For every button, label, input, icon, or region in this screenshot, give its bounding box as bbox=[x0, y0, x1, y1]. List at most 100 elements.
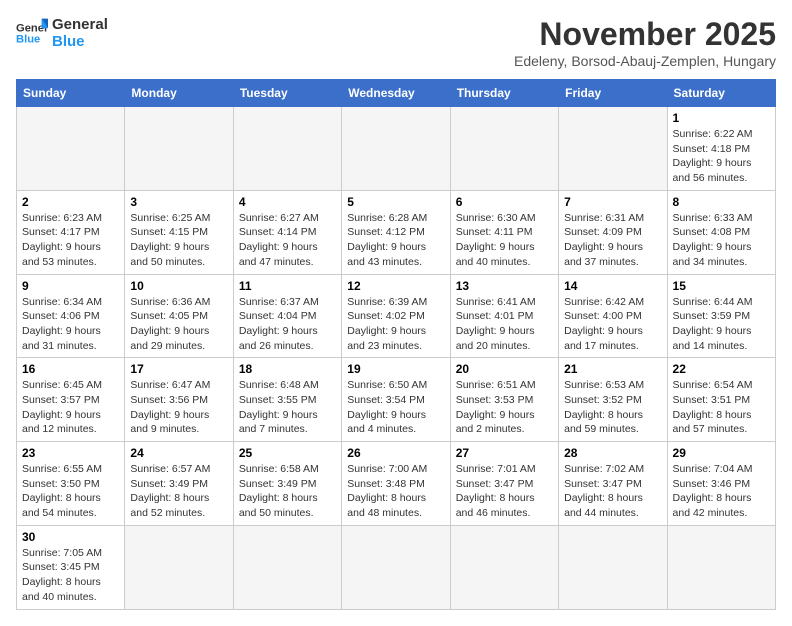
day-number: 23 bbox=[22, 446, 119, 460]
day-number: 20 bbox=[456, 362, 553, 376]
location-subtitle: Edeleny, Borsod-Abauj-Zemplen, Hungary bbox=[514, 53, 776, 69]
logo-text-general: General bbox=[52, 16, 108, 33]
day-number: 11 bbox=[239, 279, 336, 293]
day-info: Sunrise: 7:04 AMSunset: 3:46 PMDaylight:… bbox=[673, 462, 770, 521]
calendar-cell bbox=[342, 107, 450, 191]
calendar-header-row: SundayMondayTuesdayWednesdayThursdayFrid… bbox=[17, 80, 776, 107]
header-saturday: Saturday bbox=[667, 80, 775, 107]
day-info: Sunrise: 6:51 AMSunset: 3:53 PMDaylight:… bbox=[456, 378, 553, 437]
header-thursday: Thursday bbox=[450, 80, 558, 107]
calendar-cell bbox=[125, 107, 233, 191]
day-info: Sunrise: 7:02 AMSunset: 3:47 PMDaylight:… bbox=[564, 462, 661, 521]
day-info: Sunrise: 6:55 AMSunset: 3:50 PMDaylight:… bbox=[22, 462, 119, 521]
calendar-cell: 5 Sunrise: 6:28 AMSunset: 4:12 PMDaylight… bbox=[342, 190, 450, 274]
day-number: 24 bbox=[130, 446, 227, 460]
day-info: Sunrise: 7:01 AMSunset: 3:47 PMDaylight:… bbox=[456, 462, 553, 521]
header-friday: Friday bbox=[559, 80, 667, 107]
day-info: Sunrise: 6:47 AMSunset: 3:56 PMDaylight:… bbox=[130, 378, 227, 437]
logo-icon: General Blue bbox=[16, 17, 48, 49]
day-number: 22 bbox=[673, 362, 770, 376]
day-info: Sunrise: 6:30 AMSunset: 4:11 PMDaylight:… bbox=[456, 211, 553, 270]
day-number: 5 bbox=[347, 195, 444, 209]
calendar-cell: 23 Sunrise: 6:55 AMSunset: 3:50 PMDayligh… bbox=[17, 442, 125, 526]
day-number: 30 bbox=[22, 530, 119, 544]
day-info: Sunrise: 6:31 AMSunset: 4:09 PMDaylight:… bbox=[564, 211, 661, 270]
calendar-cell: 11 Sunrise: 6:37 AMSunset: 4:04 PMDayligh… bbox=[233, 274, 341, 358]
day-number: 25 bbox=[239, 446, 336, 460]
day-number: 13 bbox=[456, 279, 553, 293]
calendar-cell: 25 Sunrise: 6:58 AMSunset: 3:49 PMDayligh… bbox=[233, 442, 341, 526]
calendar-cell: 14Sunrise: 6:42 AMSunset: 4:00 PMDayligh… bbox=[559, 274, 667, 358]
calendar-cell: 13 Sunrise: 6:41 AMSunset: 4:01 PMDayligh… bbox=[450, 274, 558, 358]
calendar-cell bbox=[559, 525, 667, 609]
header-tuesday: Tuesday bbox=[233, 80, 341, 107]
calendar-cell bbox=[450, 107, 558, 191]
day-number: 3 bbox=[130, 195, 227, 209]
day-number: 4 bbox=[239, 195, 336, 209]
page-header: General Blue General Blue November 2025 … bbox=[16, 16, 776, 69]
day-info: Sunrise: 6:45 AMSunset: 3:57 PMDaylight:… bbox=[22, 378, 119, 437]
day-number: 10 bbox=[130, 279, 227, 293]
day-info: Sunrise: 6:44 AMSunset: 3:59 PMDaylight:… bbox=[673, 295, 770, 354]
day-info: Sunrise: 6:41 AMSunset: 4:01 PMDaylight:… bbox=[456, 295, 553, 354]
calendar-cell: 27 Sunrise: 7:01 AMSunset: 3:47 PMDayligh… bbox=[450, 442, 558, 526]
day-number: 6 bbox=[456, 195, 553, 209]
calendar-cell: 19 Sunrise: 6:50 AMSunset: 3:54 PMDayligh… bbox=[342, 358, 450, 442]
calendar-cell: 26Sunrise: 7:00 AMSunset: 3:48 PMDayligh… bbox=[342, 442, 450, 526]
day-number: 8 bbox=[673, 195, 770, 209]
calendar-cell: 16 Sunrise: 6:45 AMSunset: 3:57 PMDayligh… bbox=[17, 358, 125, 442]
day-info: Sunrise: 6:33 AMSunset: 4:08 PMDaylight:… bbox=[673, 211, 770, 270]
calendar-cell: 20 Sunrise: 6:51 AMSunset: 3:53 PMDayligh… bbox=[450, 358, 558, 442]
day-number: 29 bbox=[673, 446, 770, 460]
logo: General Blue General Blue bbox=[16, 16, 108, 50]
calendar-cell: 21Sunrise: 6:53 AMSunset: 3:52 PMDayligh… bbox=[559, 358, 667, 442]
header-sunday: Sunday bbox=[17, 80, 125, 107]
calendar-cell: 6 Sunrise: 6:30 AMSunset: 4:11 PMDaylight… bbox=[450, 190, 558, 274]
day-number: 7 bbox=[564, 195, 661, 209]
day-number: 15 bbox=[673, 279, 770, 293]
calendar-cell bbox=[667, 525, 775, 609]
day-info: Sunrise: 6:37 AMSunset: 4:04 PMDaylight:… bbox=[239, 295, 336, 354]
day-info: Sunrise: 6:42 AMSunset: 4:00 PMDaylight:… bbox=[564, 295, 661, 354]
day-info: Sunrise: 6:23 AMSunset: 4:17 PMDaylight:… bbox=[22, 211, 119, 270]
day-number: 2 bbox=[22, 195, 119, 209]
calendar-cell: 7 Sunrise: 6:31 AMSunset: 4:09 PMDaylight… bbox=[559, 190, 667, 274]
day-info: Sunrise: 6:58 AMSunset: 3:49 PMDaylight:… bbox=[239, 462, 336, 521]
day-info: Sunrise: 6:28 AMSunset: 4:12 PMDaylight:… bbox=[347, 211, 444, 270]
day-info: Sunrise: 6:39 AMSunset: 4:02 PMDaylight:… bbox=[347, 295, 444, 354]
day-number: 16 bbox=[22, 362, 119, 376]
calendar-cell: 9Sunrise: 6:34 AMSunset: 4:06 PMDaylight… bbox=[17, 274, 125, 358]
calendar-cell: 3 Sunrise: 6:25 AMSunset: 4:15 PMDaylight… bbox=[125, 190, 233, 274]
calendar-cell: 4Sunrise: 6:27 AMSunset: 4:14 PMDaylight… bbox=[233, 190, 341, 274]
calendar-week-3: 9Sunrise: 6:34 AMSunset: 4:06 PMDaylight… bbox=[17, 274, 776, 358]
header-wednesday: Wednesday bbox=[342, 80, 450, 107]
day-info: Sunrise: 6:22 AMSunset: 4:18 PMDaylight:… bbox=[673, 127, 770, 186]
day-info: Sunrise: 6:50 AMSunset: 3:54 PMDaylight:… bbox=[347, 378, 444, 437]
day-info: Sunrise: 6:25 AMSunset: 4:15 PMDaylight:… bbox=[130, 211, 227, 270]
calendar-week-5: 23 Sunrise: 6:55 AMSunset: 3:50 PMDayligh… bbox=[17, 442, 776, 526]
day-info: Sunrise: 6:36 AMSunset: 4:05 PMDaylight:… bbox=[130, 295, 227, 354]
day-number: 18 bbox=[239, 362, 336, 376]
calendar-week-6: 30 Sunrise: 7:05 AMSunset: 3:45 PMDayligh… bbox=[17, 525, 776, 609]
calendar-week-4: 16 Sunrise: 6:45 AMSunset: 3:57 PMDayligh… bbox=[17, 358, 776, 442]
calendar-cell: 24 Sunrise: 6:57 AMSunset: 3:49 PMDayligh… bbox=[125, 442, 233, 526]
day-info: Sunrise: 6:57 AMSunset: 3:49 PMDaylight:… bbox=[130, 462, 227, 521]
title-section: November 2025 Edeleny, Borsod-Abauj-Zemp… bbox=[514, 16, 776, 69]
calendar-cell: 15 Sunrise: 6:44 AMSunset: 3:59 PMDayligh… bbox=[667, 274, 775, 358]
calendar-cell bbox=[125, 525, 233, 609]
calendar-cell: 22 Sunrise: 6:54 AMSunset: 3:51 PMDayligh… bbox=[667, 358, 775, 442]
calendar-week-2: 2 Sunrise: 6:23 AMSunset: 4:17 PMDaylight… bbox=[17, 190, 776, 274]
day-number: 19 bbox=[347, 362, 444, 376]
calendar-cell: 30 Sunrise: 7:05 AMSunset: 3:45 PMDayligh… bbox=[17, 525, 125, 609]
day-info: Sunrise: 6:34 AMSunset: 4:06 PMDaylight:… bbox=[22, 295, 119, 354]
calendar-cell: 12Sunrise: 6:39 AMSunset: 4:02 PMDayligh… bbox=[342, 274, 450, 358]
calendar-cell: 1Sunrise: 6:22 AMSunset: 4:18 PMDaylight… bbox=[667, 107, 775, 191]
day-info: Sunrise: 6:54 AMSunset: 3:51 PMDaylight:… bbox=[673, 378, 770, 437]
calendar-cell bbox=[233, 107, 341, 191]
calendar-week-1: 1Sunrise: 6:22 AMSunset: 4:18 PMDaylight… bbox=[17, 107, 776, 191]
day-info: Sunrise: 7:05 AMSunset: 3:45 PMDaylight:… bbox=[22, 546, 119, 605]
svg-text:Blue: Blue bbox=[16, 34, 40, 46]
day-number: 27 bbox=[456, 446, 553, 460]
day-number: 17 bbox=[130, 362, 227, 376]
day-info: Sunrise: 7:00 AMSunset: 3:48 PMDaylight:… bbox=[347, 462, 444, 521]
